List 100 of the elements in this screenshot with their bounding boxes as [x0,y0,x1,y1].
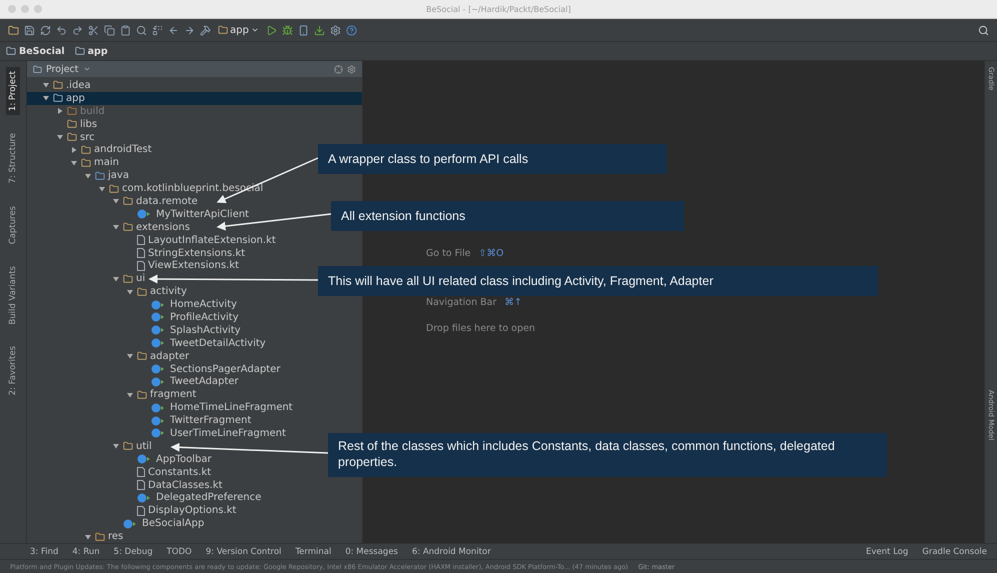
tool-window-tab[interactable]: 3: Find [30,546,58,556]
tool-window-tab[interactable]: Build Variants [6,262,20,328]
tree-item[interactable]: ProfileActivity [27,311,242,324]
copy-icon[interactable] [104,24,115,36]
settings-icon[interactable] [330,24,341,36]
tree-item[interactable]: ViewExtensions.kt [27,259,243,272]
download-icon[interactable] [314,24,325,36]
breadcrumb[interactable]: BeSocial [6,46,65,56]
tool-window-tab[interactable]: 4: Run [72,546,100,556]
collapsed-arrow-icon[interactable] [56,107,64,116]
tree-item[interactable]: main [27,156,123,170]
cut-icon[interactable] [88,24,99,36]
tree-item[interactable]: DataClasses.kt [27,478,226,492]
tool-window-tab[interactable]: 2: Favorites [6,342,20,400]
forward-icon[interactable] [184,24,195,36]
tool-window-tab[interactable]: 1: Project [6,67,20,116]
tree-item[interactable]: LayoutInflateExtension.kt [27,234,280,247]
tool-window-tab[interactable]: 0: Messages [345,546,398,556]
tree-item[interactable]: HomeTimeLineFragment [27,401,297,414]
tree-item[interactable]: ui [27,272,150,286]
redo-icon[interactable] [72,24,83,36]
folder-icon [67,132,77,142]
help-icon[interactable] [346,24,357,36]
replace-icon[interactable] [152,24,163,36]
bug-icon[interactable] [282,24,293,36]
package-icon [137,390,147,400]
annotation-callout: A wrapper class to perform API calls [318,144,667,174]
search-icon[interactable] [136,24,147,36]
tree-item[interactable]: SplashActivity [27,324,245,337]
tree-item[interactable]: java [27,169,133,182]
folder-icon [53,93,63,104]
breadcrumb[interactable]: app [74,46,108,56]
tree-item[interactable]: app [27,92,362,105]
undo-icon[interactable] [56,24,67,36]
folder-icon [81,158,91,168]
tree-item[interactable]: DelegatedPreference [27,492,266,504]
tree-item[interactable]: TweetDetailActivity [27,336,270,350]
play-icon[interactable] [266,24,277,36]
tree-item[interactable]: .idea [27,79,95,92]
expanded-arrow-icon[interactable] [112,442,120,450]
tree-item[interactable]: androidTest [27,143,156,156]
dropdown-icon[interactable] [82,65,91,73]
paste-icon[interactable] [120,24,131,36]
editor-hint: Drop files here to open [426,322,536,336]
package-icon [123,196,133,206]
tree-item[interactable]: data.remote [27,195,202,208]
tree-item[interactable]: UserTimeLineFragment [27,427,290,440]
tree-item[interactable]: StringExtensions.kt [27,246,250,260]
tool-window-tab[interactable]: Captures [6,202,20,248]
tree-item[interactable]: adapter [27,350,194,363]
refresh-icon[interactable] [40,24,51,36]
tree-item[interactable]: res [27,530,128,543]
expanded-arrow-icon[interactable] [84,172,92,180]
expanded-arrow-icon[interactable] [126,288,134,296]
expanded-arrow-icon[interactable] [42,94,50,102]
tool-window-tab[interactable]: 6: Android Monitor [412,546,491,556]
expanded-arrow-icon[interactable] [126,352,134,360]
tree-item[interactable]: activity [27,285,191,298]
crosshair-icon[interactable] [334,64,343,74]
tree-item[interactable]: SectionsPagerAdapter [27,362,284,376]
tree-item[interactable]: extensions [27,220,194,234]
tree-item[interactable]: HomeActivity [27,298,241,312]
tool-window-tab[interactable]: 9: Version Control [206,546,282,556]
tool-window-tab[interactable]: Terminal [295,546,332,556]
run-config-dropdown[interactable]: app [216,24,261,36]
folder-icon[interactable] [8,24,19,36]
tree-item[interactable]: TwitterFragment [27,414,256,428]
expanded-arrow-icon[interactable] [126,390,134,399]
expanded-arrow-icon[interactable] [98,184,106,193]
tree-item[interactable]: src [27,130,99,144]
expanded-arrow-icon[interactable] [112,197,120,206]
collapsed-arrow-icon[interactable] [70,146,78,154]
tool-window-tab[interactable]: Gradle Console [922,546,987,556]
expanded-arrow-icon[interactable] [112,223,120,232]
tree-item[interactable]: AppToolbar [27,452,216,466]
tool-window-tab[interactable]: Event Log [866,546,908,556]
tree-item[interactable]: Constants.kt [27,466,216,479]
back-icon[interactable] [168,24,179,36]
tool-window-tab[interactable]: 7: Structure [6,129,20,188]
tree-item[interactable]: libs [27,118,102,131]
tree-item[interactable]: fragment [27,388,200,402]
expanded-arrow-icon[interactable] [42,81,50,90]
expanded-arrow-icon[interactable] [70,158,78,167]
expanded-arrow-icon[interactable] [112,274,120,283]
tree-item[interactable]: util [27,440,156,453]
panel-title[interactable]: Project [46,64,79,74]
search-icon[interactable] [978,24,989,36]
tree-item[interactable]: TweetAdapter [27,375,243,388]
expanded-arrow-icon[interactable] [84,532,92,541]
hammer-icon[interactable] [200,24,211,36]
save-icon[interactable] [24,24,35,36]
expanded-arrow-icon[interactable] [56,133,64,141]
tree-item[interactable]: BeSocialApp [27,517,208,530]
package-icon [123,441,133,452]
tool-window-tab[interactable]: TODO [166,546,192,556]
tool-window-tab[interactable]: 5: Debug [114,546,153,556]
phone-icon[interactable] [298,24,309,36]
settings-icon[interactable] [347,64,356,74]
tree-item[interactable]: MyTwitterApiClient [27,208,253,221]
tree-item[interactable]: DisplayOptions.kt [27,504,240,518]
